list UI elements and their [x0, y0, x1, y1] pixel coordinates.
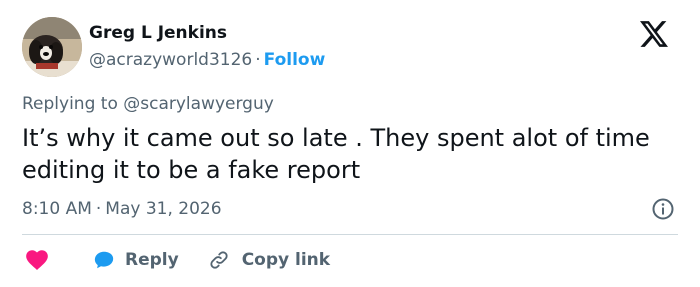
heart-icon: [26, 250, 48, 270]
reply-context-prefix: Replying to: [22, 94, 118, 114]
info-icon[interactable]: [651, 197, 675, 221]
avatar-image: [22, 17, 82, 77]
follow-button[interactable]: Follow: [264, 50, 326, 70]
tweet-timestamp[interactable]: 8:10 AM · May 31, 2026: [22, 197, 222, 221]
copy-link-button[interactable]: Copy link: [208, 249, 330, 271]
copy-link-label: Copy link: [241, 250, 331, 270]
author-handle-row: @acrazyworld3126 · Follow: [89, 48, 325, 72]
action-bar: Reply Copy link: [22, 246, 330, 274]
reply-button[interactable]: Reply: [93, 249, 179, 271]
reply-context: Replying to @scarylawyerguy: [22, 92, 274, 116]
tweet-time: 8:10 AM: [22, 199, 92, 219]
like-button[interactable]: [22, 247, 50, 273]
author-name[interactable]: Greg L Jenkins: [89, 21, 227, 45]
link-icon: [210, 251, 228, 269]
timestamp-separator: ·: [95, 199, 102, 219]
reply-label: Reply: [125, 250, 179, 270]
reply-context-mention[interactable]: @scarylawyerguy: [123, 94, 274, 114]
divider: [22, 234, 678, 235]
handle-separator: ·: [255, 50, 261, 70]
tweet-text: It’s why it came out so late . They spen…: [22, 124, 650, 184]
tweet-date: May 31, 2026: [105, 199, 222, 219]
avatar[interactable]: [22, 17, 82, 77]
speech-bubble-icon: [94, 251, 114, 269]
x-logo-icon[interactable]: [640, 21, 668, 47]
author-handle[interactable]: @acrazyworld3126: [89, 50, 252, 70]
